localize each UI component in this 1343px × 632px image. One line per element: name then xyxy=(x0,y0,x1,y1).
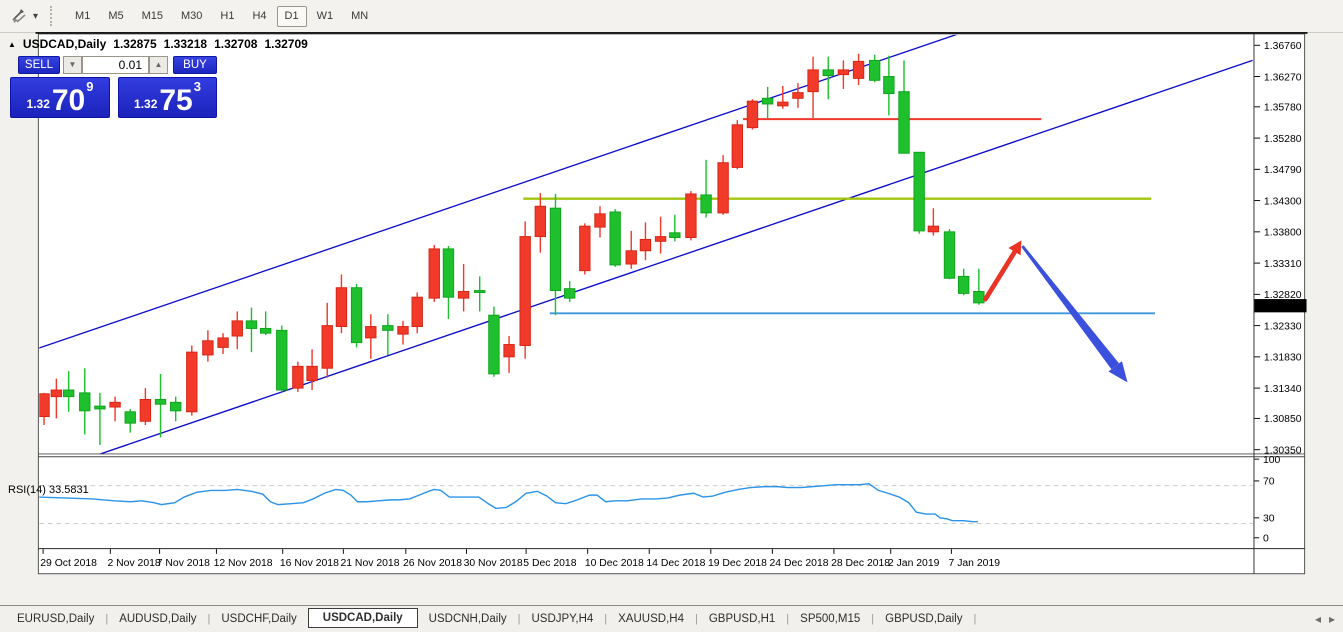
timeframe-w1[interactable]: W1 xyxy=(309,6,342,27)
svg-text:2 Nov 2018: 2 Nov 2018 xyxy=(107,558,160,569)
tab-xauusd-h4[interactable]: XAUUSD,H4 xyxy=(607,609,695,629)
ohlc-high: 1.33218 xyxy=(164,37,207,51)
chart-shift-icon[interactable] xyxy=(6,5,32,27)
buy-price-prefix: 1.32 xyxy=(134,97,157,111)
chart-symbol-label: USDCAD,Daily xyxy=(23,37,106,51)
timeframe-m30[interactable]: M30 xyxy=(173,6,210,27)
tab-scroll-left-icon[interactable]: ◂ xyxy=(1315,612,1321,626)
svg-text:16 Nov 2018: 16 Nov 2018 xyxy=(280,558,339,569)
svg-text:1.33310: 1.33310 xyxy=(1264,259,1302,270)
caret-down-icon[interactable]: ▾ xyxy=(33,11,38,22)
svg-text:1.32709: 1.32709 xyxy=(1259,302,1297,313)
sell-price-pip: 9 xyxy=(86,79,93,94)
svg-text:28 Dec 2018: 28 Dec 2018 xyxy=(831,558,890,569)
svg-text:1.34790: 1.34790 xyxy=(1264,165,1302,176)
svg-text:19 Dec 2018: 19 Dec 2018 xyxy=(708,558,767,569)
tab-scroll-arrows: ◂ ▸ xyxy=(1315,612,1335,626)
svg-text:1.35280: 1.35280 xyxy=(1264,134,1302,145)
timeframe-m15[interactable]: M15 xyxy=(134,6,171,27)
svg-text:14 Dec 2018: 14 Dec 2018 xyxy=(646,558,705,569)
volume-input[interactable]: 0.01 xyxy=(82,56,149,74)
spin-down-icon: ▼ xyxy=(69,60,77,69)
sell-button[interactable]: SELL xyxy=(18,56,60,74)
tab-usdjpy-h4[interactable]: USDJPY,H4 xyxy=(520,609,604,629)
svg-text:5 Dec 2018: 5 Dec 2018 xyxy=(523,558,576,569)
svg-text:1.30850: 1.30850 xyxy=(1264,414,1302,425)
timeframe-m1[interactable]: M1 xyxy=(67,6,98,27)
tab-audusd-daily[interactable]: AUDUSD,Daily xyxy=(108,609,207,629)
svg-text:70: 70 xyxy=(1263,477,1275,488)
timeframes-toolbar: ▾ M1 M5 M15 M30 H1 H4 D1 W1 MN xyxy=(0,0,1343,33)
svg-text:21 Nov 2018: 21 Nov 2018 xyxy=(340,558,399,569)
svg-text:100: 100 xyxy=(1263,455,1281,466)
timeframe-h4[interactable]: H4 xyxy=(244,6,274,27)
sell-price-box[interactable]: 1.32 70 9 xyxy=(10,77,110,118)
tab-usdcad-daily[interactable]: USDCAD,Daily xyxy=(308,608,418,628)
svg-text:26 Nov 2018: 26 Nov 2018 xyxy=(403,558,462,569)
chart-tabs-bar: EURUSD,Daily | AUDUSD,Daily | USDCHF,Dai… xyxy=(0,605,1343,632)
ohlc-low: 1.32708 xyxy=(214,37,257,51)
svg-text:7 Nov 2018: 7 Nov 2018 xyxy=(157,558,210,569)
tab-gbpusd-daily[interactable]: GBPUSD,Daily xyxy=(874,609,973,629)
timeframe-m5[interactable]: M5 xyxy=(100,6,131,27)
tab-sp500-m15[interactable]: SP500,M15 xyxy=(789,609,871,629)
svg-text:29 Oct 2018: 29 Oct 2018 xyxy=(40,558,97,569)
tab-divider: | xyxy=(973,613,976,625)
svg-text:24 Dec 2018: 24 Dec 2018 xyxy=(770,558,829,569)
volume-decrease-button[interactable]: ▼ xyxy=(63,56,82,74)
tab-usdchf-daily[interactable]: USDCHF,Daily xyxy=(210,609,307,629)
svg-text:1.33800: 1.33800 xyxy=(1264,228,1302,239)
svg-text:10 Dec 2018: 10 Dec 2018 xyxy=(585,558,644,569)
buy-price-pip: 3 xyxy=(194,79,201,94)
timeframe-h1[interactable]: H1 xyxy=(212,6,242,27)
one-click-trading-panel: SELL ▼ 0.01 ▲ BUY 1.32 70 9 1.32 75 3 xyxy=(10,56,218,118)
collapse-chart-icon[interactable]: ▲ xyxy=(8,40,16,49)
svg-text:1.36270: 1.36270 xyxy=(1264,72,1302,83)
svg-text:30: 30 xyxy=(1263,514,1275,525)
volume-increase-button[interactable]: ▲ xyxy=(149,56,168,74)
toolbar-grip[interactable] xyxy=(50,6,56,26)
chart-window-frame xyxy=(38,34,1304,574)
timeframe-d1[interactable]: D1 xyxy=(277,6,307,27)
chart-header: ▲ USDCAD,Daily 1.32875 1.33218 1.32708 1… xyxy=(8,37,308,51)
buy-button[interactable]: BUY xyxy=(173,56,217,74)
ohlc-close: 1.32709 xyxy=(264,37,307,51)
svg-text:7 Jan 2019: 7 Jan 2019 xyxy=(949,558,1001,569)
svg-text:1.32330: 1.32330 xyxy=(1264,321,1302,332)
buy-price-big: 75 xyxy=(159,88,192,114)
tab-usdcnh-daily[interactable]: USDCNH,Daily xyxy=(418,609,518,629)
svg-text:0: 0 xyxy=(1263,534,1269,545)
tab-eurusd-daily[interactable]: EURUSD,Daily xyxy=(6,609,105,629)
rsi-indicator-label: RSI(14) 33.5831 xyxy=(8,484,89,496)
terminal-window: ▾ M1 M5 M15 M30 H1 H4 D1 W1 MN 1.36760 1.… xyxy=(0,0,1343,632)
buy-price-box[interactable]: 1.32 75 3 xyxy=(118,77,217,118)
svg-text:1.34300: 1.34300 xyxy=(1264,196,1302,207)
sell-price-prefix: 1.32 xyxy=(27,97,50,111)
current-price-tag: 1.32709 xyxy=(1254,299,1306,312)
svg-text:1.35780: 1.35780 xyxy=(1264,103,1302,114)
tab-gbpusd-h1[interactable]: GBPUSD,H1 xyxy=(698,609,786,629)
svg-text:12 Nov 2018: 12 Nov 2018 xyxy=(214,558,273,569)
svg-text:30 Nov 2018: 30 Nov 2018 xyxy=(464,558,523,569)
svg-text:1.31340: 1.31340 xyxy=(1264,384,1302,395)
ohlc-open: 1.32875 xyxy=(113,37,156,51)
svg-text:1.36760: 1.36760 xyxy=(1264,41,1302,52)
svg-text:1.31830: 1.31830 xyxy=(1264,353,1302,364)
timeframe-mn[interactable]: MN xyxy=(343,6,376,27)
svg-text:2 Jan 2019: 2 Jan 2019 xyxy=(888,558,940,569)
spin-up-icon: ▲ xyxy=(155,60,163,69)
tab-scroll-right-icon[interactable]: ▸ xyxy=(1329,612,1335,626)
sell-price-big: 70 xyxy=(52,88,85,114)
